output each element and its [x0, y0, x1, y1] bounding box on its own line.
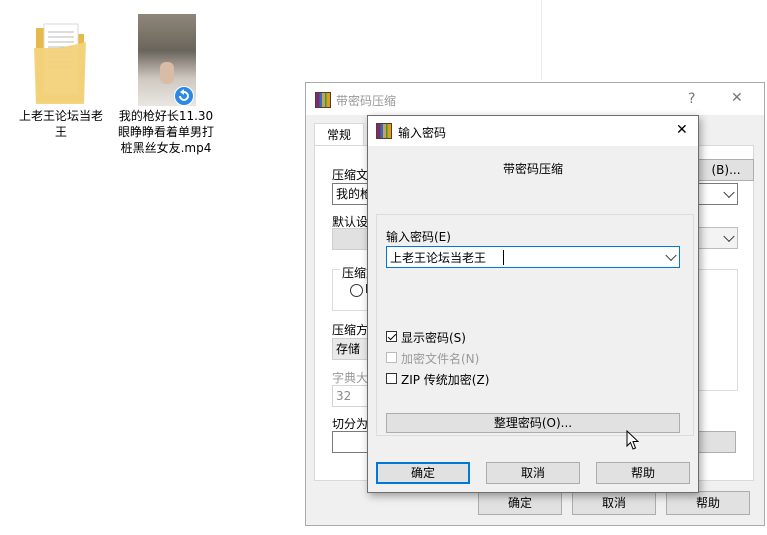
- password-dialog-title: 输入密码: [398, 126, 447, 140]
- help-button[interactable]: 帮助: [666, 491, 750, 515]
- desktop-folder-item[interactable]: 上老王论坛当老王: [14, 14, 108, 144]
- chevron-down-icon: [665, 249, 677, 262]
- set-password-button[interactable]: [698, 431, 736, 453]
- chevron-down-icon: [723, 186, 735, 199]
- update-mode-dropdown[interactable]: [698, 227, 738, 249]
- text-cursor: [503, 250, 504, 265]
- archive-dialog-titlebar: 带密码压缩 ? ✕: [306, 83, 764, 115]
- archive-name-dropdown[interactable]: [698, 183, 738, 205]
- split-label: 切分为: [332, 417, 369, 431]
- password-combo[interactable]: 上老王论坛当老王: [386, 246, 680, 268]
- winrar-icon: [376, 123, 392, 139]
- desktop-divider: [541, 0, 542, 80]
- chevron-down-icon: [723, 230, 735, 243]
- show-password-checkbox[interactable]: [386, 331, 397, 342]
- browse-button[interactable]: (B)...: [698, 159, 754, 181]
- show-password-label: 显示密码(S): [401, 331, 466, 345]
- desktop-video-item[interactable]: 我的枪好长11.30 眼睁睁看着单男打桩黑丝女友.mp4: [116, 14, 216, 184]
- media-player-icon: [174, 86, 194, 106]
- close-icon[interactable]: ✕: [731, 90, 743, 106]
- video-thumbnail: [138, 14, 196, 106]
- winrar-icon: [315, 92, 331, 108]
- tab-general[interactable]: 常规: [314, 123, 364, 146]
- checkmark-icon: [387, 331, 397, 341]
- method-label: 压缩方: [332, 323, 369, 337]
- ok-button[interactable]: 确定: [376, 462, 470, 484]
- mouse-cursor-icon: [626, 429, 640, 452]
- archive-dialog-title: 带密码压缩: [336, 94, 397, 108]
- password-label: 输入密码(E): [386, 230, 451, 244]
- password-input[interactable]: 上老王论坛当老王: [390, 249, 486, 266]
- cancel-button[interactable]: 取消: [486, 462, 580, 484]
- encrypt-filenames-checkbox[interactable]: [386, 352, 397, 363]
- password-dialog-titlebar: 输入密码 ✕: [368, 116, 698, 146]
- password-dialog: 输入密码 ✕ 带密码压缩 输入密码(E) 上老王论坛当老王 显示密码(S) 加密…: [367, 115, 699, 493]
- encrypt-filenames-label: 加密文件名(N): [401, 352, 480, 366]
- folder-icon: [30, 18, 90, 106]
- ok-button[interactable]: 确定: [478, 491, 562, 515]
- zip-legacy-checkbox[interactable]: [386, 373, 397, 384]
- cancel-button[interactable]: 取消: [572, 491, 656, 515]
- help-title-button[interactable]: ?: [688, 91, 695, 107]
- archive-name-label: 压缩文: [332, 168, 369, 182]
- options-group: [698, 269, 738, 391]
- help-button[interactable]: 帮助: [596, 462, 690, 484]
- zip-legacy-label: ZIP 传统加密(Z): [401, 373, 490, 387]
- format-rar-radio[interactable]: [350, 284, 363, 297]
- dialog-header-text: 带密码压缩: [502, 162, 563, 176]
- close-icon[interactable]: ✕: [676, 122, 688, 138]
- folder-label: 上老王论坛当老王: [18, 109, 103, 139]
- video-label: 我的枪好长11.30 眼睁睁看着单男打桩黑丝女友.mp4: [117, 109, 214, 155]
- dictionary-label: 字典大: [332, 371, 369, 385]
